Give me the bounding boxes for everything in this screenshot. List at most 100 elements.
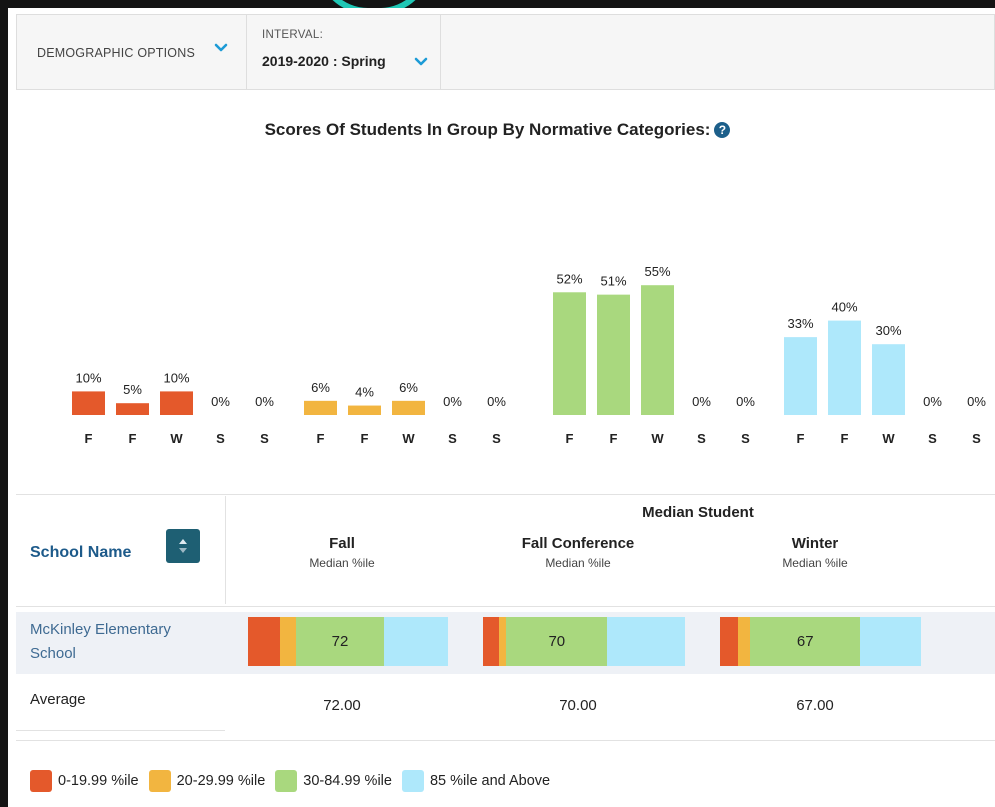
data-label: 30% <box>875 323 901 338</box>
legend-swatch <box>401 770 424 792</box>
chart-bar <box>597 294 630 415</box>
data-label: 0% <box>967 394 986 409</box>
bar-segment-85-plus <box>860 617 921 666</box>
legend-item: 20-29.99 %ile <box>148 770 266 792</box>
column-subtitle: Median %ile <box>782 556 848 570</box>
median-student-header: Median Student <box>642 504 754 521</box>
data-label: 0% <box>692 394 711 409</box>
data-label: 10% <box>163 370 189 385</box>
tick-label: F <box>566 431 574 446</box>
column-header-winter: Winter Median %ile <box>715 535 915 570</box>
tick-label: S <box>972 431 981 446</box>
normative-category-chart: 10% F 5% F 10% W 0% S 0% S 6% F 4% F 6% W 0% S 0% S 52% F 51% F… <box>72 264 986 446</box>
chart-bar <box>641 285 674 415</box>
column-title: Fall Conference <box>521 535 635 552</box>
sort-icon <box>179 539 187 553</box>
average-label: Average <box>30 691 86 708</box>
bar-segment-0-19 <box>248 617 280 666</box>
school-name-header[interactable]: School Name <box>30 544 131 562</box>
data-label: 4% <box>355 385 374 400</box>
legend-label: 30-84.99 %ile <box>303 773 392 789</box>
column-subtitle: Median %ile <box>309 556 375 570</box>
bar-segment-85-plus <box>607 617 685 666</box>
tick-label: F <box>797 431 805 446</box>
school-name-link[interactable]: McKinley Elementary School <box>30 618 210 666</box>
average-value: 72.00 <box>323 697 361 714</box>
data-label: 5% <box>123 382 142 397</box>
data-label: 52% <box>556 271 582 286</box>
column-header-fall: Fall Median %ile <box>242 535 442 570</box>
chart-bar <box>348 405 381 415</box>
chart-bar <box>392 400 425 415</box>
legend-item: 85 %ile and Above <box>401 770 551 792</box>
data-label: 0% <box>736 394 755 409</box>
tick-label: W <box>170 431 183 446</box>
median-bar-fall-conference: 70 <box>483 617 685 666</box>
bar-segment-0-19 <box>720 617 739 666</box>
chart-bar <box>553 292 586 415</box>
data-label: 6% <box>311 380 330 395</box>
bar-segment-30-84: 70 <box>506 617 608 666</box>
legend: 0-19.99 %ile 20-29.99 %ile 30-84.99 %ile… <box>30 770 560 792</box>
row-divider <box>16 730 225 731</box>
tick-label: S <box>492 431 501 446</box>
tick-label: S <box>216 431 225 446</box>
chart-bar <box>116 403 149 415</box>
tick-label: F <box>317 431 325 446</box>
tick-label: S <box>741 431 750 446</box>
data-label: 40% <box>831 300 857 315</box>
median-bar-winter: 67 <box>720 617 921 666</box>
tick-label: S <box>448 431 457 446</box>
data-label: 33% <box>787 316 813 331</box>
tick-label: F <box>361 431 369 446</box>
tick-label: W <box>651 431 664 446</box>
section-divider <box>16 494 995 495</box>
chart-bar <box>828 320 861 415</box>
average-value: 67.00 <box>796 697 834 714</box>
tick-label: F <box>85 431 93 446</box>
bar-segment-85-plus <box>384 617 448 666</box>
legend-swatch <box>148 770 171 792</box>
report-panel: DEMOGRAPHIC OPTIONS INTERVAL: 2019-2020 … <box>8 8 995 807</box>
tick-label: W <box>882 431 895 446</box>
legend-label: 85 %ile and Above <box>429 773 551 789</box>
bar-segment-30-84: 67 <box>750 617 861 666</box>
tick-label: S <box>697 431 706 446</box>
bar-segment-20-29 <box>738 617 751 666</box>
tick-label: S <box>260 431 269 446</box>
column-subtitle: Median %ile <box>545 556 611 570</box>
data-label: 51% <box>600 274 626 289</box>
legend-swatch <box>30 770 52 792</box>
data-label: 0% <box>255 394 274 409</box>
tick-label: F <box>841 431 849 446</box>
tick-label: F <box>129 431 137 446</box>
legend-label: 20-29.99 %ile <box>176 773 266 789</box>
tick-label: S <box>928 431 937 446</box>
chart-bar <box>160 391 193 415</box>
column-header-fall-conference: Fall Conference Median %ile <box>478 535 678 570</box>
chart-bar <box>872 344 905 415</box>
tick-label: W <box>402 431 415 446</box>
column-title: Fall <box>329 535 355 552</box>
data-label: 6% <box>399 380 418 395</box>
chart-bar <box>72 391 105 415</box>
legend-swatch <box>275 770 298 792</box>
chart-bar <box>784 337 817 415</box>
data-label: 0% <box>211 394 230 409</box>
median-bar-fall: 72 <box>248 617 448 666</box>
average-value: 70.00 <box>559 697 597 714</box>
data-label: 0% <box>923 394 942 409</box>
legend-item: 30-84.99 %ile <box>275 770 392 792</box>
sort-button[interactable] <box>166 529 200 563</box>
data-label: 10% <box>75 370 101 385</box>
bar-segment-30-84: 72 <box>296 617 384 666</box>
bar-segment-0-19 <box>483 617 499 666</box>
data-label: 0% <box>487 394 506 409</box>
chart-bar <box>304 400 337 415</box>
legend-label: 0-19.99 %ile <box>58 773 139 789</box>
header-divider <box>16 606 995 607</box>
legend-divider <box>16 740 995 741</box>
column-title: Winter <box>791 535 839 552</box>
legend-item: 0-19.99 %ile <box>30 770 139 792</box>
tick-label: F <box>610 431 618 446</box>
